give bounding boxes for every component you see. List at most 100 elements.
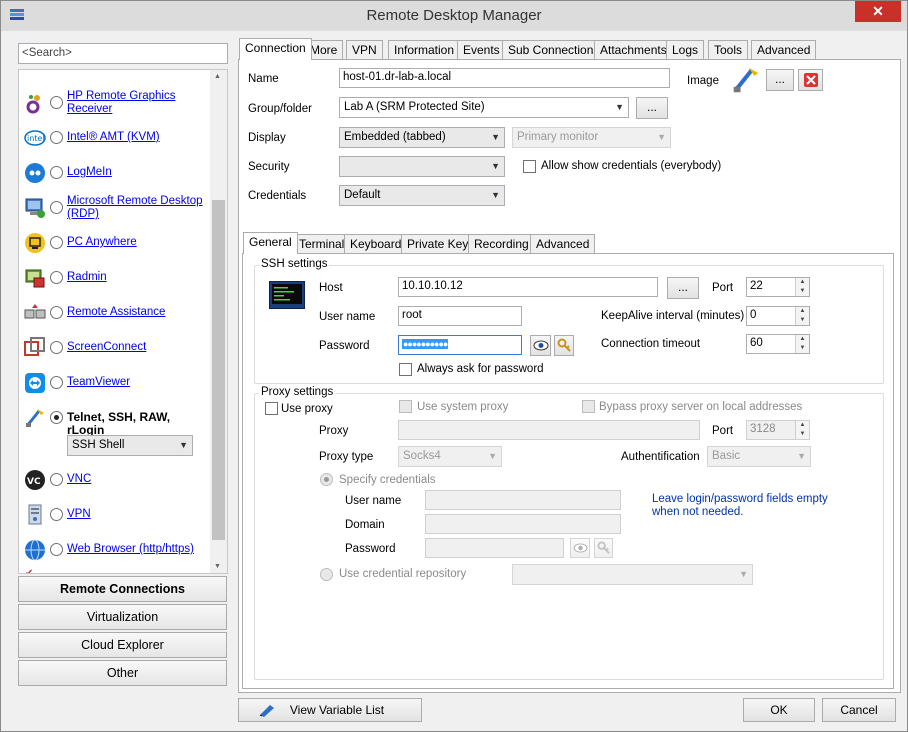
- password-field[interactable]: ●●●●●●●●●●: [398, 335, 522, 355]
- radio-hp[interactable]: [50, 96, 63, 109]
- item-label[interactable]: Microsoft Remote Desktop (RDP): [67, 195, 207, 221]
- use-proxy-checkbox[interactable]: [265, 402, 278, 415]
- host-browse-button[interactable]: ...: [667, 277, 699, 299]
- spinner-arrows[interactable]: ▲ ▼: [795, 278, 809, 296]
- security-dropdown[interactable]: ▼: [339, 156, 505, 177]
- monitor-dropdown[interactable]: Primary monitor ▼: [512, 127, 671, 148]
- list-item[interactable]: LogMeIn: [19, 155, 212, 189]
- nav-cloud-explorer[interactable]: Cloud Explorer: [18, 632, 227, 658]
- proxy-port-spinner[interactable]: 3128 ▲ ▼: [746, 420, 810, 440]
- item-label[interactable]: Remote Assistance: [67, 306, 207, 319]
- radio-vnc[interactable]: [50, 473, 63, 486]
- item-label[interactable]: Intel® AMT (KVM): [67, 131, 207, 144]
- group-dropdown[interactable]: Lab A (SRM Protected Site) ▼: [339, 97, 629, 118]
- subtab-general[interactable]: General: [243, 232, 298, 254]
- item-label[interactable]: TeamViewer: [67, 376, 207, 389]
- scrollbar-thumb[interactable]: [212, 200, 225, 540]
- item-label[interactable]: VNC: [67, 473, 207, 486]
- subtab-advanced[interactable]: Advanced: [530, 234, 596, 253]
- nav-virtualization[interactable]: Virtualization: [18, 604, 227, 630]
- timeout-spinner[interactable]: 60 ▲ ▼: [746, 334, 810, 354]
- display-dropdown[interactable]: Embedded (tabbed) ▼: [339, 127, 505, 148]
- item-label[interactable]: Telnet, SSH, RAW, rLogin: [67, 411, 207, 437]
- spinner-arrows[interactable]: ▲ ▼: [795, 335, 809, 353]
- always-ask-password-checkbox[interactable]: [399, 363, 412, 376]
- subtab-terminal[interactable]: Terminal: [293, 234, 351, 253]
- radio-web-browser[interactable]: [50, 543, 63, 556]
- list-item[interactable]: TeamViewer: [19, 365, 212, 399]
- item-label[interactable]: ScreenConnect: [67, 341, 207, 354]
- tab-attachments[interactable]: Attachments: [594, 40, 673, 59]
- list-item[interactable]: VPN: [19, 497, 212, 531]
- close-button[interactable]: ✕: [855, 1, 901, 22]
- radio-logmein[interactable]: [50, 166, 63, 179]
- tab-advanced[interactable]: Advanced: [751, 40, 817, 59]
- always-ask-password-label[interactable]: Always ask for password: [417, 363, 544, 375]
- list-item[interactable]: Radmin: [19, 260, 212, 294]
- radio-rdp[interactable]: [50, 201, 63, 214]
- radio-teamviewer[interactable]: [50, 376, 63, 389]
- search-input[interactable]: <Search>: [18, 43, 228, 64]
- list-item[interactable]: ScreenConnect: [19, 330, 212, 364]
- specify-credentials-label[interactable]: Specify credentials: [339, 474, 436, 486]
- subtab-private-key[interactable]: Private Key: [401, 234, 475, 253]
- image-browse-button[interactable]: ...: [766, 69, 794, 91]
- item-label[interactable]: PC Anywhere: [67, 236, 207, 249]
- nav-remote-connections[interactable]: Remote Connections: [18, 576, 227, 602]
- radio-radmin[interactable]: [50, 271, 63, 284]
- radio-telnet-ssh[interactable]: [50, 411, 63, 424]
- port-spinner[interactable]: 22 ▲ ▼: [746, 277, 810, 297]
- use-system-proxy-checkbox[interactable]: [399, 400, 412, 413]
- proxy-domain-field[interactable]: [425, 514, 621, 534]
- spinner-arrows[interactable]: ▲ ▼: [795, 421, 809, 439]
- group-browse-button[interactable]: ...: [636, 97, 668, 119]
- proxy-username-field[interactable]: [425, 490, 621, 510]
- item-label[interactable]: VPN: [67, 508, 207, 521]
- proxy-password-field[interactable]: [425, 538, 564, 558]
- tab-logs[interactable]: Logs: [666, 40, 705, 59]
- list-item[interactable]: Remote Assistance: [19, 295, 212, 329]
- use-proxy-label[interactable]: Use proxy: [281, 403, 333, 415]
- item-label[interactable]: Radmin: [67, 271, 207, 284]
- proxy-field[interactable]: [398, 420, 700, 440]
- name-field[interactable]: host-01.dr-lab-a.local: [339, 68, 670, 88]
- allow-show-credentials-label[interactable]: Allow show credentials (everybody): [541, 160, 721, 172]
- radio-remote-assistance[interactable]: [50, 306, 63, 319]
- tab-events[interactable]: Events: [457, 40, 506, 59]
- show-password-button[interactable]: [530, 335, 551, 356]
- telnet-ssh-icon[interactable]: [731, 65, 761, 95]
- radio-vpn[interactable]: [50, 508, 63, 521]
- username-field[interactable]: root: [398, 306, 522, 326]
- list-item[interactable]: HP Remote Graphics Receiver: [19, 85, 212, 119]
- radio-screenconnect[interactable]: [50, 341, 63, 354]
- view-variable-list-button[interactable]: View Variable List: [238, 698, 422, 722]
- credential-repository-radio[interactable]: [320, 568, 333, 581]
- credential-repository-label[interactable]: Use credential repository: [339, 568, 466, 580]
- item-label[interactable]: HP Remote Graphics Receiver: [67, 90, 207, 116]
- connection-type-list[interactable]: ▲ ▼ HP Remote Graphics Receiver intel In…: [18, 69, 228, 574]
- password-generator-button[interactable]: [554, 335, 574, 356]
- tab-information[interactable]: Information: [388, 40, 461, 59]
- sidebar-scrollbar[interactable]: ▲ ▼: [210, 70, 227, 573]
- tab-tools[interactable]: Tools: [708, 40, 749, 59]
- use-system-proxy-label[interactable]: Use system proxy: [417, 401, 508, 413]
- list-item[interactable]: VC VNC: [19, 462, 212, 496]
- nav-other[interactable]: Other: [18, 660, 227, 686]
- item-label[interactable]: LogMeIn: [67, 166, 207, 179]
- credential-repository-dropdown[interactable]: ▼: [512, 564, 753, 585]
- bypass-proxy-checkbox[interactable]: [582, 400, 595, 413]
- list-item[interactable]: Microsoft Remote Desktop (RDP): [19, 190, 212, 224]
- list-item[interactable]: Telnet, SSH, RAW, rLogin: [19, 400, 212, 437]
- proxy-type-dropdown[interactable]: Socks4 ▼: [398, 446, 502, 467]
- radio-intel[interactable]: [50, 131, 63, 144]
- authentification-dropdown[interactable]: Basic ▼: [707, 446, 811, 467]
- item-label[interactable]: Web Browser (http/https): [67, 543, 207, 556]
- ssh-type-dropdown[interactable]: SSH Shell ▼: [67, 435, 193, 456]
- allow-show-credentials-checkbox[interactable]: [523, 160, 536, 173]
- host-field[interactable]: 10.10.10.12: [398, 277, 658, 297]
- tab-connection[interactable]: Connection: [239, 38, 312, 60]
- bypass-proxy-label[interactable]: Bypass proxy server on local addresses: [599, 401, 802, 413]
- proxy-password-generator-button[interactable]: [594, 538, 613, 558]
- list-item[interactable]: Web Browser (http/https): [19, 532, 212, 566]
- keepalive-spinner[interactable]: 0 ▲ ▼: [746, 306, 810, 326]
